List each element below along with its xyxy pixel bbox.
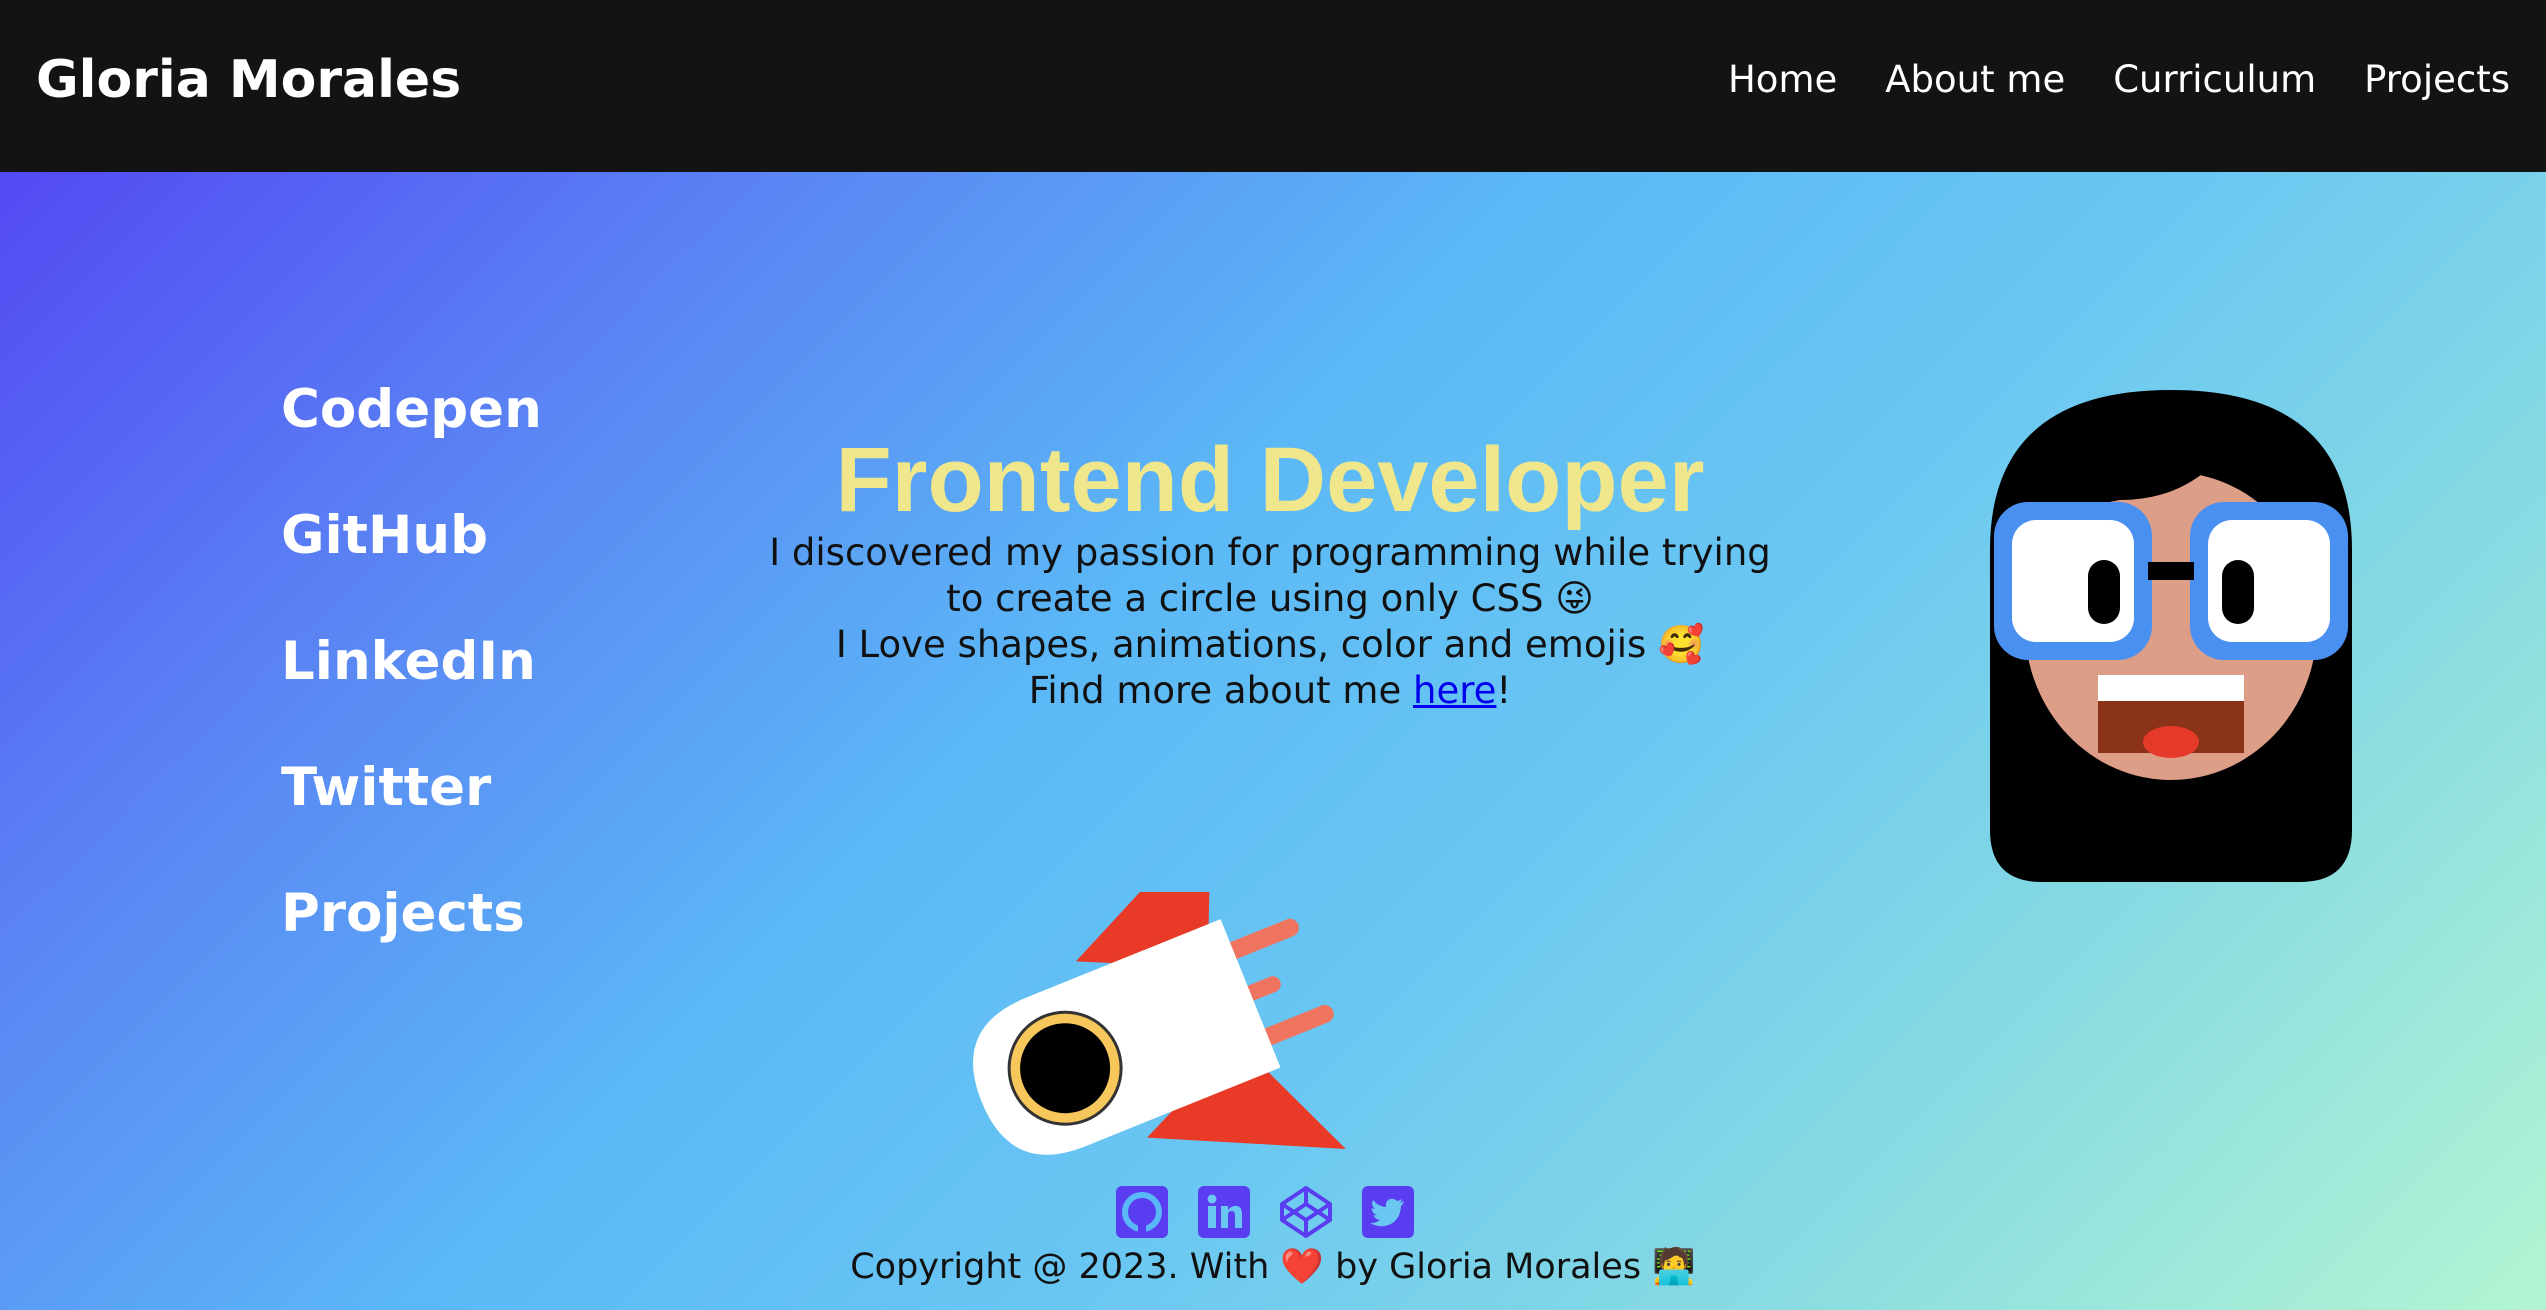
twitter-icon[interactable] (1360, 1184, 1416, 1240)
avatar-illustration (1990, 390, 2352, 882)
avatar-eye-right (2222, 560, 2254, 624)
link-projects[interactable]: Projects (281, 886, 542, 942)
nav-curriculum[interactable]: Curriculum (2113, 58, 2316, 101)
codepen-icon[interactable] (1278, 1184, 1334, 1240)
headline: Frontend Developer (835, 429, 1705, 531)
footer-copyright: Copyright @ 2023. With ❤️ by Gloria Mora… (850, 1247, 1696, 1287)
linkedin-icon[interactable] (1196, 1184, 1252, 1240)
intro-line-1: I discovered my passion for programming … (769, 531, 1771, 574)
social-links: Codepen GitHub LinkedIn Twitter Projects (281, 382, 542, 942)
main-nav: Home About me Curriculum Projects (1728, 58, 2510, 101)
nav-projects[interactable]: Projects (2364, 58, 2510, 101)
hero-section: Codepen GitHub LinkedIn Twitter Projects… (0, 172, 2546, 1310)
nav-about-me[interactable]: About me (1885, 58, 2065, 101)
avatar-glasses-bridge (2148, 562, 2194, 580)
intro-line-4: Find more about me here! (700, 668, 1840, 714)
intro-line-3: I Love shapes, animations, color and emo… (835, 623, 1705, 666)
link-linkedin[interactable]: LinkedIn (281, 634, 542, 690)
intro-block: Frontend Developer I discovered my passi… (700, 430, 1840, 714)
intro-line-4-end: ! (1496, 669, 1512, 712)
link-github[interactable]: GitHub (281, 508, 542, 564)
nav-home[interactable]: Home (1728, 58, 1837, 101)
intro-line-4-text: Find more about me (1028, 669, 1414, 712)
avatar-eye-left (2088, 560, 2120, 624)
social-icons (1114, 1184, 1416, 1240)
brand-name[interactable]: Gloria Morales (36, 50, 461, 110)
avatar-tongue (2143, 726, 2199, 758)
here-link[interactable]: here (1413, 669, 1496, 712)
top-navbar: Gloria Morales Home About me Curriculum … (0, 0, 2546, 172)
avatar-teeth (2098, 675, 2244, 701)
intro-line-2: to create a circle using only CSS 😜 (946, 577, 1594, 620)
link-twitter[interactable]: Twitter (281, 760, 542, 816)
github-icon[interactable] (1114, 1184, 1170, 1240)
link-codepen[interactable]: Codepen (281, 382, 542, 438)
